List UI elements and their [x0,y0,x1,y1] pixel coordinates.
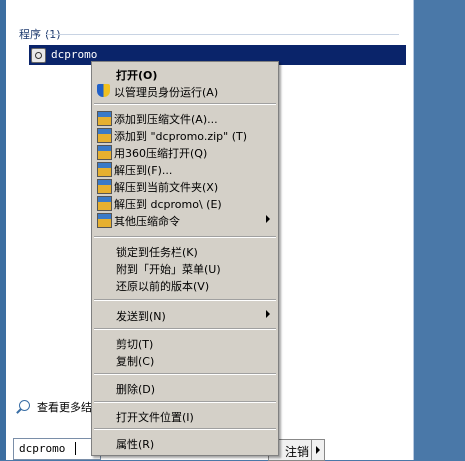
menu-item-extract-here[interactable]: 解压到当前文件夹(X) [94,177,276,194]
archive-icon [97,111,112,126]
menu-separator [94,103,276,105]
program-name: dcpromo [51,48,98,61]
menu-item-label: 锁定到任务栏(K) [116,246,198,259]
menu-item-pin-taskbar[interactable]: 锁定到任务栏(K) [94,242,276,259]
logoff-label: 注销 [284,445,309,459]
archive-icon [97,145,112,160]
search-input[interactable]: dcpromo [13,438,101,460]
power-options-arrow-button[interactable] [311,439,325,461]
menu-separator [94,373,276,375]
menu-separator [94,328,276,330]
menu-item-label: 还原以前的版本(V) [116,280,210,293]
menu-item-label: 以管理员身份运行(A) [114,86,219,99]
search-input-value: dcpromo [19,442,66,455]
menu-item-label: 添加到压缩文件(A)... [114,113,218,126]
menu-item-extract-to[interactable]: 解压到(F)... [94,160,276,177]
menu-item-label: 发送到(N) [116,310,166,323]
archive-icon [97,162,112,177]
menu-separator [94,401,276,403]
menu-item-label: 解压到当前文件夹(X) [114,181,219,194]
panel-edge [0,0,6,460]
menu-item-restore-versions[interactable]: 还原以前的版本(V) [94,276,276,293]
section-title-label: 程序 [19,28,41,41]
menu-item-open[interactable]: 打开(O) [94,65,276,82]
menu-item-label: 复制(C) [116,355,155,368]
menu-item-label: 附到「开始」菜单(U) [116,263,221,276]
submenu-arrow-icon [266,310,270,318]
menu-item-properties[interactable]: 属性(R) [94,434,276,451]
program-icon [31,48,46,63]
text-caret [75,442,76,455]
archive-icon [97,128,112,143]
archive-icon [97,213,112,228]
menu-item-pin-start[interactable]: 附到「开始」菜单(U) [94,259,276,276]
menu-item-label: 剪切(T) [116,338,154,351]
archive-icon [97,179,112,194]
menu-item-label: 添加到 "dcpromo.zip" (T) [114,130,247,143]
menu-item-cut[interactable]: 剪切(T) [94,334,276,351]
menu-item-delete[interactable]: 删除(D) [94,379,276,396]
menu-item-run-as-admin[interactable]: 以管理员身份运行(A) [94,82,276,99]
section-divider [46,34,399,35]
menu-separator [94,428,276,430]
menu-item-label: 打开文件位置(I) [116,411,194,424]
menu-item-send-to[interactable]: 发送到(N) [94,306,276,323]
menu-separator [94,299,276,301]
menu-item-extract-to-folder[interactable]: 解压到 dcpromo\ (E) [94,194,276,211]
menu-item-label: 解压到 dcpromo\ (E) [114,198,222,211]
menu-item-label: 用360压缩打开(Q) [114,147,208,160]
menu-item-label: 属性(R) [116,438,155,451]
menu-item-label: 删除(D) [116,383,156,396]
menu-item-open-with-360[interactable]: 用360压缩打开(Q) [94,143,276,160]
menu-item-label: 解压到(F)... [114,164,173,177]
menu-item-open-file-location[interactable]: 打开文件位置(I) [94,407,276,424]
menu-item-other-compress[interactable]: 其他压缩命令 [94,211,276,228]
menu-item-add-to-zip[interactable]: 添加到 "dcpromo.zip" (T) [94,126,276,143]
submenu-arrow-icon [266,215,270,223]
menu-item-label: 打开(O) [116,69,158,82]
context-menu: 打开(O) 以管理员身份运行(A) 添加到压缩文件(A)... 添加到 "dcp… [91,61,279,456]
archive-icon [97,196,112,211]
shield-icon [97,84,110,97]
menu-item-label: 其他压缩命令 [114,215,180,228]
menu-item-copy[interactable]: 复制(C) [94,351,276,368]
search-icon [19,400,30,411]
menu-separator [94,236,276,238]
menu-item-add-to-archive[interactable]: 添加到压缩文件(A)... [94,109,276,126]
